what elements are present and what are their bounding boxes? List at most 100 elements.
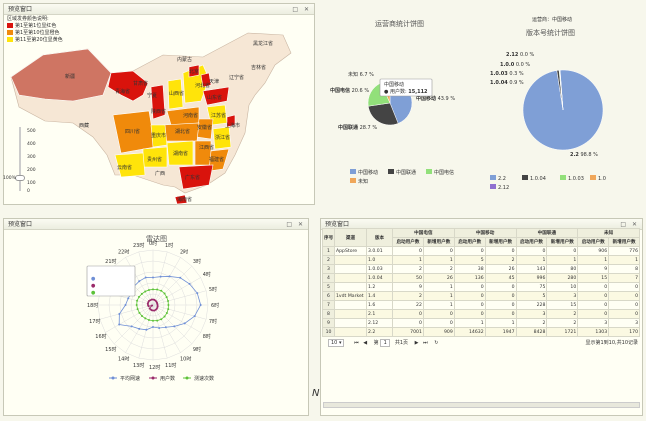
table-row[interactable]: 8 2.1 0 0 0 0 3 2 0 0 [322,309,640,319]
radar-category-label: 17时 [89,318,100,325]
zoom-track[interactable] [19,127,21,191]
col-header[interactable]: 启动用户数 [453,237,486,247]
table-cell: 2 [322,255,335,265]
radar-point[interactable] [140,315,143,318]
radar-point[interactable] [164,326,167,329]
table-cell: 3 [322,264,335,274]
table-row[interactable]: 9 2.12 0 0 1 1 2 2 3 3 [322,318,640,328]
svg-text:2.2: 2.2 [498,176,506,182]
table-row[interactable]: 5 1.2 9 1 0 0 75 10 0 0 [322,282,640,292]
radar-point[interactable] [167,299,170,302]
radar-point[interactable] [138,311,141,314]
radar-point[interactable] [135,304,138,306]
next-page-button[interactable]: ▶ [415,340,419,346]
radar-point[interactable] [150,298,153,301]
col-header[interactable]: 未知 [577,228,640,238]
refresh-icon[interactable]: ↻ [434,340,438,346]
radar-point[interactable] [151,304,154,307]
radar-point[interactable] [136,308,139,311]
radar-point[interactable] [144,317,147,320]
radar-point[interactable] [165,296,168,299]
radar-point[interactable] [160,289,163,292]
table-row[interactable]: 6 1vdt Market 1.4 2 1 0 0 5 3 0 0 [322,291,640,301]
table-row[interactable]: 10 2.2 7001 909 14632 1947 8428 1721 1303 170 [322,327,640,337]
last-page-button[interactable]: ⏭ [423,340,428,346]
radar-point[interactable] [196,292,199,295]
radar-point[interactable] [163,292,166,295]
table-cell: 5 [322,282,335,292]
radar-point[interactable] [199,304,202,306]
col-header[interactable]: 中国移动 [453,228,517,238]
horizontal-scrollbar[interactable] [323,402,640,408]
radar-point[interactable] [130,325,133,328]
radar-point[interactable] [144,290,147,293]
col-header[interactable]: 启动用户数 [515,237,548,247]
radar-point[interactable] [165,312,168,315]
table-row[interactable]: 7 1.6 22 1 0 0 228 15 0 0 [322,300,640,310]
table-row[interactable]: 2 1.0 1 1 5 2 1 1 1 1 [322,255,640,265]
col-header[interactable]: 新增用户数 [546,237,579,247]
radar-point[interactable] [158,327,161,330]
label-hainan: 海南省 [177,196,192,203]
radar-point[interactable] [193,315,196,318]
radar-point[interactable] [152,276,154,279]
radar-point[interactable] [127,297,130,300]
table-cell: 26 [484,264,517,274]
page-size-select[interactable]: 10 ▾ [328,339,345,347]
table-row[interactable]: 1 AppStore 3.0.01 0 0 0 0 0 0 906 776 [322,246,640,256]
zoom-level-label: 100% [3,176,16,181]
radar-point[interactable] [188,282,191,285]
radar-point[interactable] [152,288,154,291]
label-anhui: 安徽省 [197,124,212,131]
radar-point[interactable] [160,318,163,321]
operator-label-telecom: 中国电信 20.6 % [330,87,369,94]
col-header[interactable]: 序号 [322,228,335,247]
page-input[interactable]: 1 [380,339,391,347]
svg-text:中国联通: 中国联通 [396,169,416,176]
radar-point[interactable] [118,313,121,316]
radar-point[interactable] [145,328,148,331]
radar-point[interactable] [118,323,121,326]
radar-point[interactable] [156,319,159,322]
radar-point[interactable] [183,322,186,325]
prev-page-button[interactable]: ◀ [363,340,367,346]
radar-point[interactable] [136,299,139,302]
col-header[interactable]: 中国电信 [392,228,455,238]
radar-point[interactable] [173,325,176,328]
table-row[interactable]: 4 1.0.04 50 26 136 45 996 280 15 7 [322,273,640,283]
zoom-scale[interactable]: 100% 500 400 300 200 100 0 [3,125,39,195]
col-header[interactable]: 启动用户数 [577,237,610,247]
radar-point[interactable] [167,304,170,306]
first-page-button[interactable]: ⏮ [354,340,359,346]
radar-point[interactable] [124,304,127,306]
radar-point[interactable] [148,307,151,310]
col-header[interactable]: 新增用户数 [608,237,640,247]
radar-point[interactable] [168,275,171,278]
radar-point[interactable] [140,292,143,295]
radar-point[interactable] [144,276,147,279]
table-cell: 1.0.04 [366,273,393,283]
zoom-handle[interactable] [15,175,25,181]
radar-point[interactable] [138,280,141,283]
radar-point[interactable] [167,308,170,311]
col-header[interactable]: 启动用户数 [392,237,424,247]
radar-point[interactable] [138,295,141,298]
radar-point[interactable] [152,326,154,328]
window-buttons[interactable]: □ ✕ [286,219,305,230]
table-cell: 0 [453,300,486,310]
radar-point[interactable] [156,288,159,291]
radar-point[interactable] [152,319,154,322]
col-header[interactable]: 新增用户数 [484,237,517,247]
radar-point[interactable] [163,315,166,318]
table-row[interactable]: 3 1.0.03 2 2 38 26 143 80 9 8 [322,264,640,274]
radar-point[interactable] [147,319,150,322]
radar-point[interactable] [159,275,162,278]
col-header[interactable]: 新增用户数 [422,237,455,247]
radar-point[interactable] [147,288,150,291]
radar-point[interactable] [179,276,182,279]
col-header[interactable]: 版本 [366,228,393,247]
col-header[interactable]: 中国联通 [515,228,579,238]
window-buttons[interactable]: □ ✕ [292,4,311,15]
radar-point[interactable] [138,327,141,330]
col-header[interactable]: 渠道 [334,228,367,247]
